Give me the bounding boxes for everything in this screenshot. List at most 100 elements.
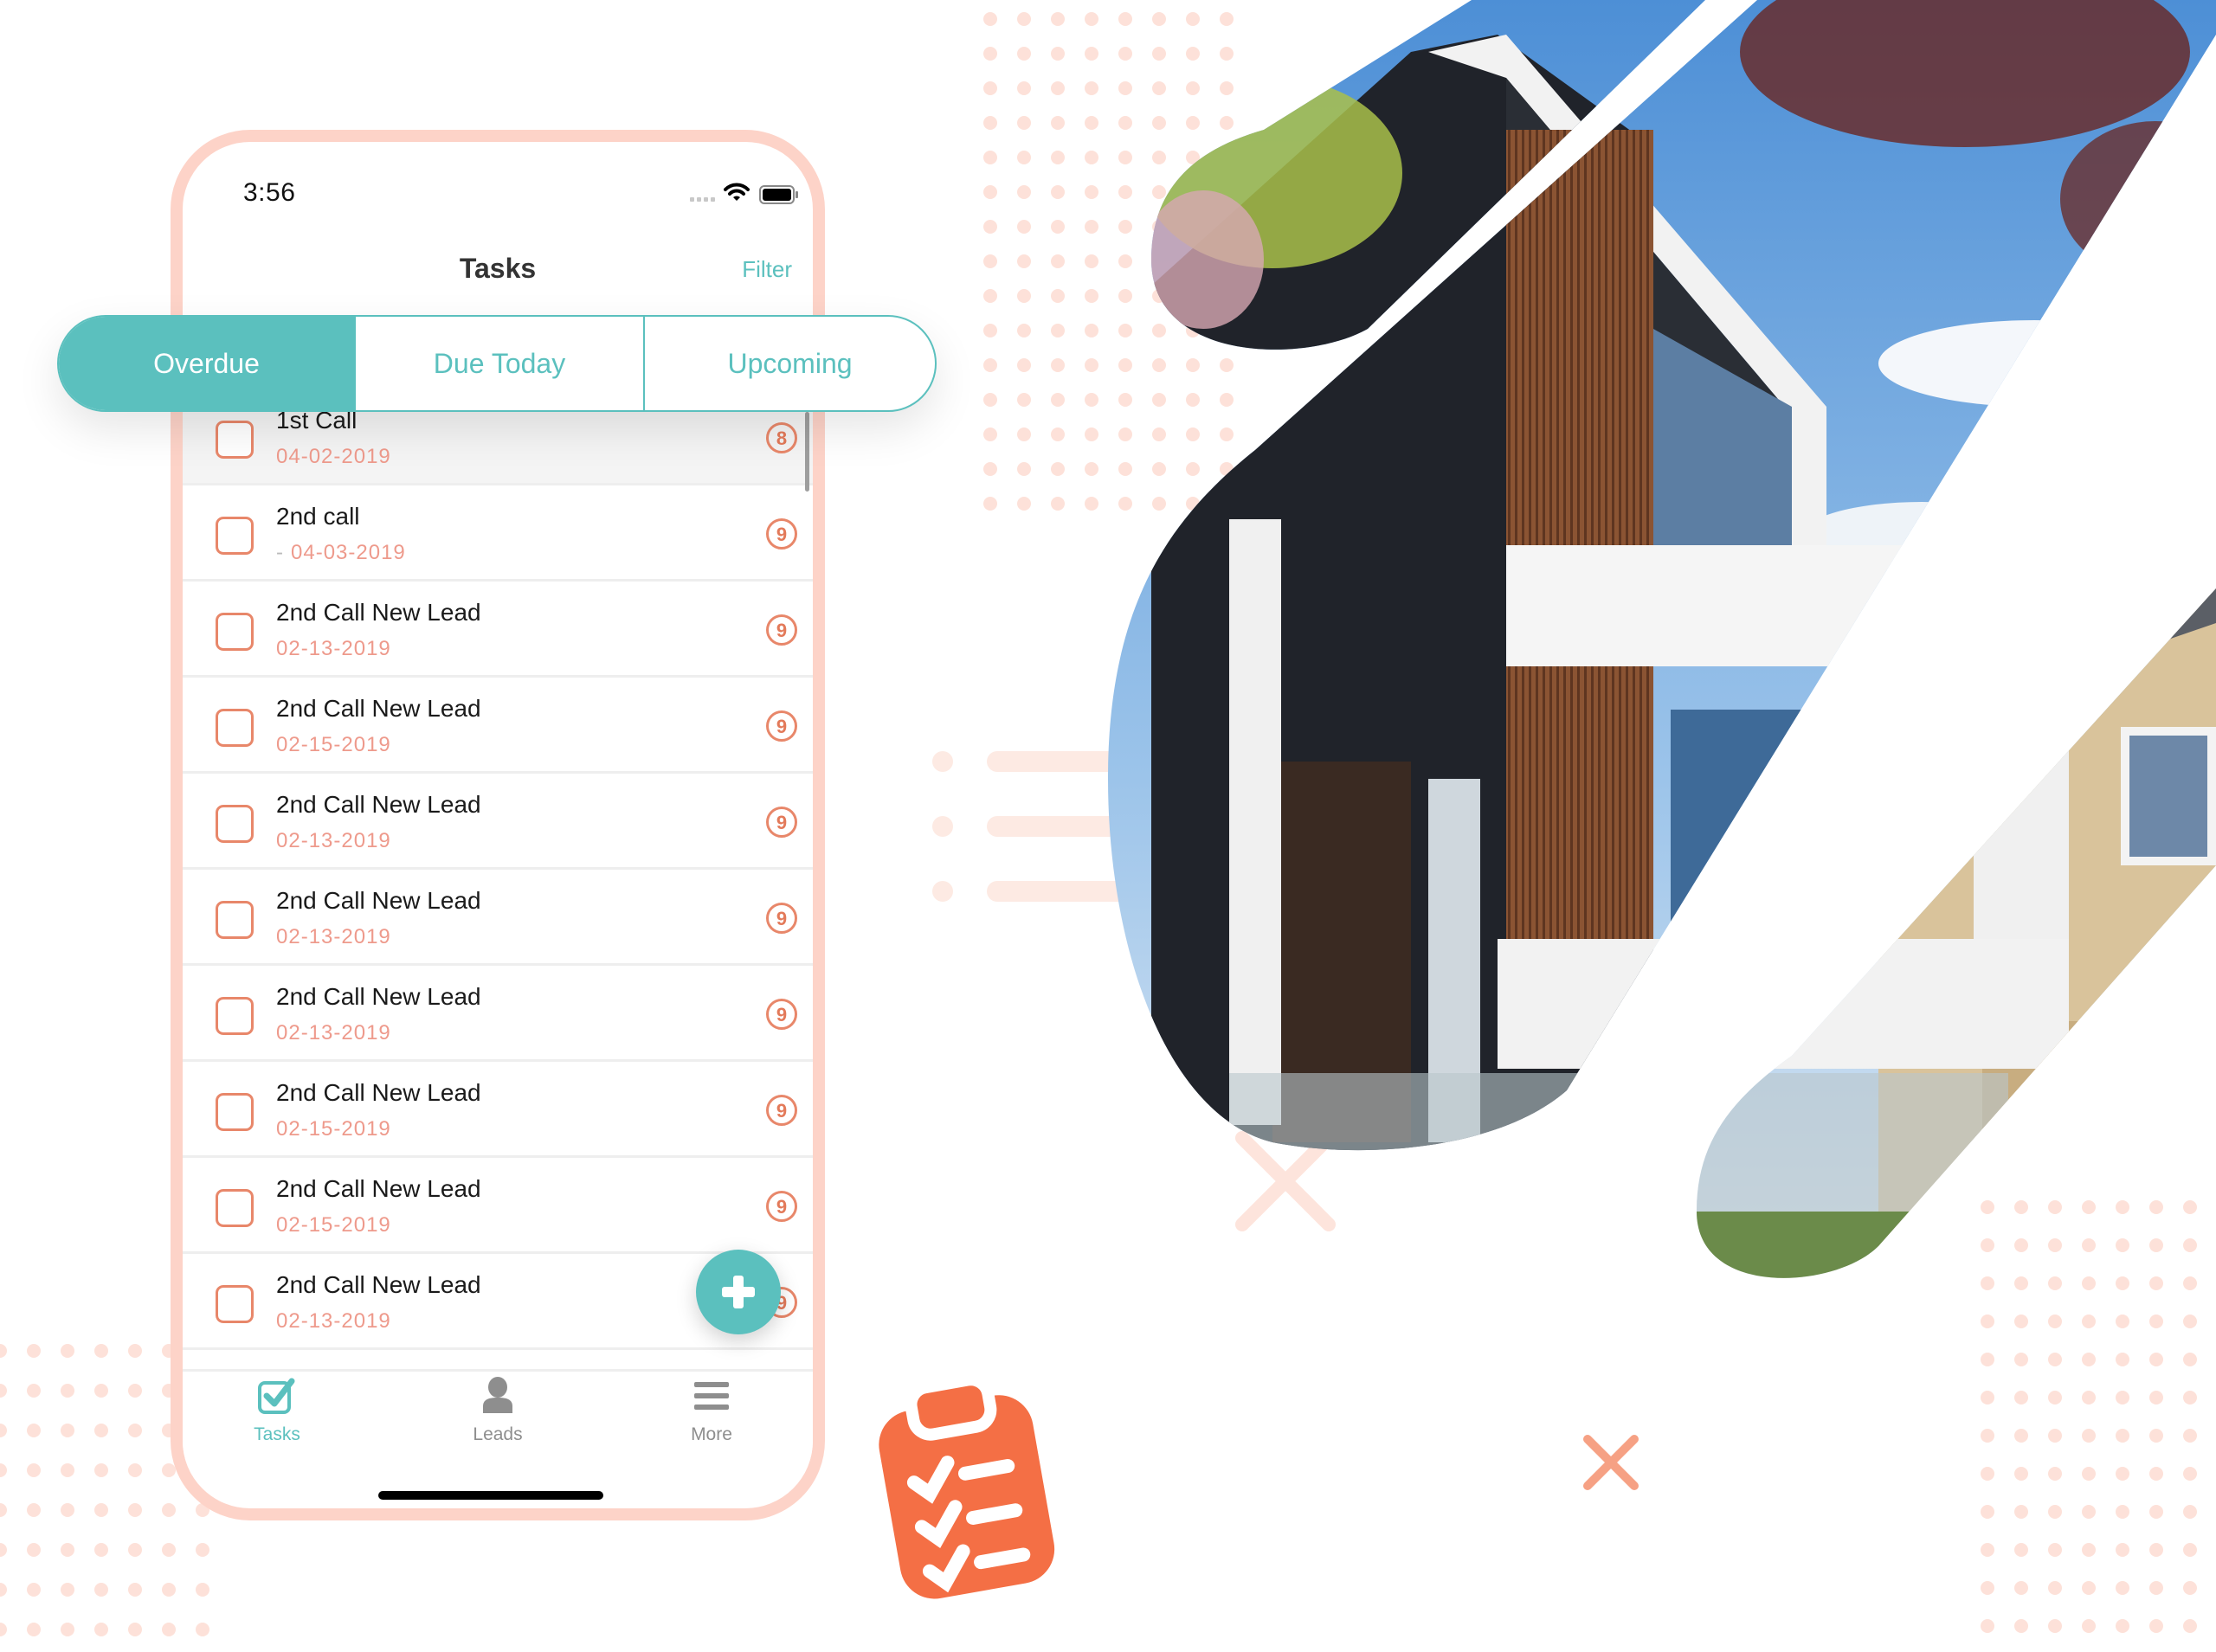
- task-date-value: 02-15-2019: [276, 1117, 391, 1141]
- task-title: 2nd Call New Lead: [276, 1079, 481, 1106]
- dot: [1085, 254, 1098, 268]
- dot: [2116, 1619, 2129, 1633]
- date-dash: -: [276, 541, 284, 564]
- dot: [2048, 1505, 2062, 1519]
- dot: [1085, 185, 1098, 199]
- dot: [128, 1384, 142, 1398]
- task-list: 1st Call 04-02-2019 8 2nd call -04-03-2019 9 2…: [183, 389, 813, 1350]
- x-mark: [1583, 1435, 1639, 1490]
- tab-bar: Tasks Leads More: [183, 1369, 813, 1475]
- dot: [1085, 324, 1098, 337]
- task-row[interactable]: 2nd Call New Lead 02-15-2019 9: [183, 678, 813, 774]
- dot: [2082, 1505, 2096, 1519]
- task-row[interactable]: 2nd call -04-03-2019 9: [183, 485, 813, 582]
- dot: [1051, 220, 1065, 234]
- task-row[interactable]: 2nd Call New Lead 02-15-2019 9: [183, 1158, 813, 1254]
- home-indicator[interactable]: [378, 1491, 603, 1500]
- task-date: 02-15-2019: [276, 733, 391, 757]
- task-title: 2nd Call New Lead: [276, 1175, 481, 1202]
- dot: [1051, 427, 1065, 441]
- dot: [983, 324, 997, 337]
- dot: [1051, 47, 1065, 61]
- dot: [1085, 116, 1098, 130]
- task-title: 2nd Call New Lead: [276, 599, 481, 626]
- task-checkbox[interactable]: [216, 997, 254, 1035]
- dot: [1981, 1353, 1994, 1366]
- filter-button[interactable]: Filter: [742, 256, 792, 283]
- task-date: 02-15-2019: [276, 1117, 391, 1141]
- dot: [0, 1543, 7, 1557]
- dot: [128, 1583, 142, 1597]
- tab-tasks[interactable]: Tasks: [208, 1377, 346, 1445]
- task-checkbox[interactable]: [216, 517, 254, 555]
- tab-leads[interactable]: Leads: [428, 1377, 567, 1445]
- dot: [983, 81, 997, 95]
- task-row[interactable]: 2nd Call New Lead 02-15-2019 9: [183, 1062, 813, 1158]
- dot: [61, 1344, 74, 1358]
- tab-more[interactable]: More: [642, 1377, 781, 1445]
- dot: [1085, 289, 1098, 303]
- task-checkbox[interactable]: [216, 709, 254, 747]
- dot: [1017, 497, 1031, 511]
- dot: [162, 1623, 176, 1636]
- segment-upcoming[interactable]: Upcoming: [645, 317, 935, 410]
- task-checkbox[interactable]: [216, 1189, 254, 1227]
- dot: [2149, 1619, 2163, 1633]
- scrollbar[interactable]: [805, 412, 809, 492]
- dot: [94, 1543, 108, 1557]
- dot: [27, 1463, 41, 1477]
- dot: [983, 47, 997, 61]
- page-title: Tasks: [459, 253, 537, 284]
- dot: [1085, 358, 1098, 372]
- dot: [1017, 185, 1031, 199]
- dot: [2149, 1429, 2163, 1443]
- dot: [1085, 47, 1098, 61]
- dot: [2183, 1581, 2197, 1595]
- dot: [1051, 289, 1065, 303]
- task-filter-segmented-control: Overdue Due Today Upcoming: [57, 315, 937, 412]
- dot: [1051, 12, 1065, 26]
- dot: [2149, 1581, 2163, 1595]
- dot: [196, 1623, 209, 1636]
- task-priority-badge: 9: [766, 518, 797, 550]
- dot: [983, 151, 997, 164]
- tab-label: More: [691, 1424, 732, 1444]
- dot: [2082, 1619, 2096, 1633]
- dot: [1085, 497, 1098, 511]
- dot: [0, 1623, 7, 1636]
- dot: [128, 1344, 142, 1358]
- add-task-button[interactable]: [696, 1250, 781, 1334]
- task-checkbox[interactable]: [216, 805, 254, 843]
- task-date: 02-15-2019: [276, 1213, 391, 1237]
- dot: [27, 1344, 41, 1358]
- dot: [2048, 1581, 2062, 1595]
- dot: [1085, 81, 1098, 95]
- dot: [2082, 1429, 2096, 1443]
- task-date: 02-13-2019: [276, 829, 391, 853]
- task-checkbox[interactable]: [216, 421, 254, 459]
- tab-label: Leads: [473, 1424, 523, 1444]
- dot: [1981, 1391, 1994, 1405]
- task-checkbox[interactable]: [216, 1093, 254, 1131]
- dot: [2082, 1391, 2096, 1405]
- dot: [2014, 1505, 2028, 1519]
- task-checkbox[interactable]: [216, 1285, 254, 1323]
- task-row[interactable]: 2nd Call New Lead 02-13-2019 9: [183, 966, 813, 1062]
- task-checkbox[interactable]: [216, 901, 254, 939]
- dot: [2183, 1467, 2197, 1481]
- task-row[interactable]: 2nd Call New Lead 02-13-2019 9: [183, 582, 813, 678]
- segment-overdue[interactable]: Overdue: [59, 317, 354, 410]
- dot: [1051, 185, 1065, 199]
- dot: [983, 497, 997, 511]
- dot: [2082, 1353, 2096, 1366]
- task-row[interactable]: 2nd Call New Lead 02-13-2019 9: [183, 774, 813, 870]
- task-checkbox[interactable]: [216, 613, 254, 651]
- checkbox-icon: [258, 1378, 295, 1414]
- dot: [27, 1424, 41, 1437]
- dot: [983, 462, 997, 476]
- task-date-value: 02-13-2019: [276, 829, 391, 852]
- task-row[interactable]: 2nd Call New Lead 02-13-2019 9: [183, 870, 813, 966]
- task-title: 2nd Call New Lead: [276, 1271, 481, 1298]
- segment-due-today[interactable]: Due Today: [354, 317, 645, 410]
- dot: [61, 1503, 74, 1517]
